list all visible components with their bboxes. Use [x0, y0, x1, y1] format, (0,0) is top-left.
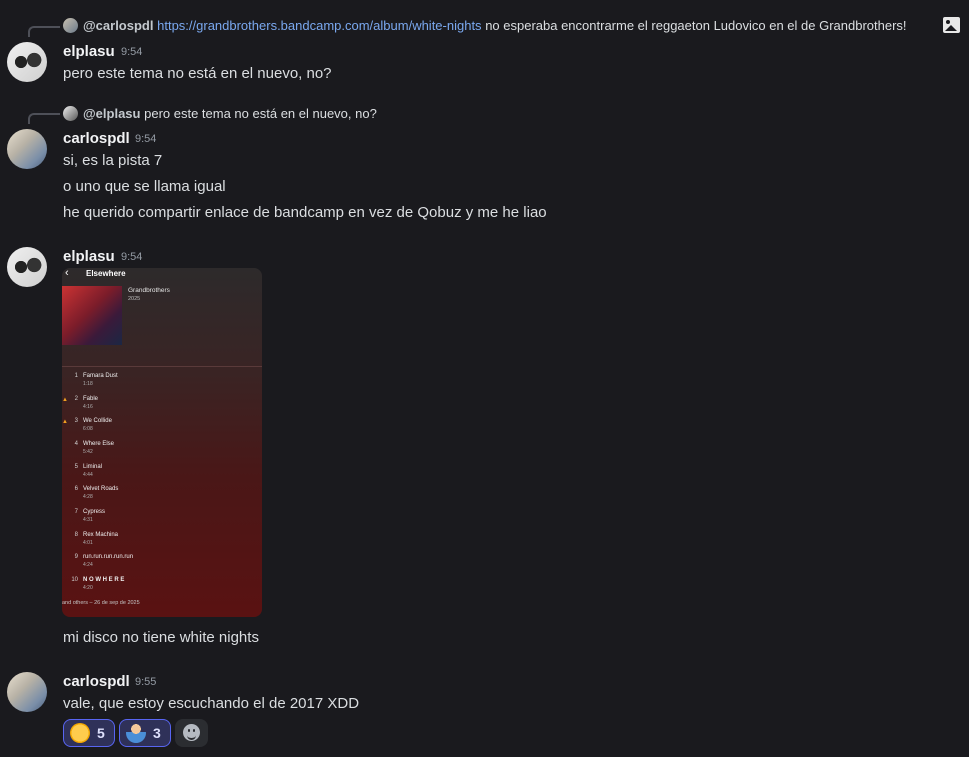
avatar-elplasu[interactable]	[7, 42, 47, 82]
track-duration: 4:20	[83, 585, 93, 591]
track-duration: 4:31	[83, 517, 93, 523]
divider	[62, 366, 262, 367]
track-row: 1 Famara Dust 1:18	[62, 373, 262, 395]
reply-connector	[28, 26, 60, 37]
track-duration: 4:44	[83, 472, 93, 478]
reply-text: pero este tema no está en el nuevo, no?	[144, 106, 377, 121]
album-cover	[62, 286, 122, 345]
back-arrow-icon: ‹	[65, 268, 69, 279]
message-text: o uno que se llama igual	[63, 178, 226, 195]
message-text: si, es la pista 7	[63, 152, 163, 169]
album-year: 2025	[128, 296, 141, 302]
reply-avatar[interactable]	[63, 106, 78, 121]
reply-username[interactable]: @carlospdl	[83, 18, 153, 33]
track-row: 6 Velvet Roads 4:28	[62, 486, 262, 508]
track-number: 10	[71, 577, 78, 583]
track-number: 9	[74, 554, 78, 560]
track-duration: 5:42	[83, 449, 93, 455]
track-number: 7	[74, 509, 78, 515]
track-name: Where Else	[83, 441, 115, 447]
track-number: 4	[74, 441, 78, 447]
reply-preview[interactable]: @elplasu pero este tema no está en el nu…	[83, 106, 377, 121]
track-row: ▲ 3 We Collide 6:08	[62, 418, 262, 440]
album-artist: Grandbrothers	[128, 287, 170, 294]
message-text: mi disco no tiene white nights	[63, 629, 259, 646]
track-row: 10 N O W H E R E 4:20	[62, 577, 262, 599]
reaction-count: 5	[97, 725, 105, 741]
album-title: Elsewhere	[86, 269, 126, 278]
track-number: 6	[74, 486, 78, 492]
track-name: Liminal	[83, 464, 103, 470]
track-duration: 4:16	[83, 404, 93, 410]
track-row: 7 Cypress 4:31	[62, 509, 262, 531]
username[interactable]: carlospdl	[63, 673, 130, 690]
avatar-carlospdl[interactable]	[7, 129, 47, 169]
track-name: Famara Dust	[83, 373, 118, 379]
track-name: N O W H E R E	[83, 577, 125, 583]
track-number: 2	[74, 396, 78, 402]
track-duration: 6:08	[83, 426, 93, 432]
track-name: Cypress	[83, 509, 106, 515]
reaction-rofl[interactable]: 5	[63, 719, 115, 747]
track-name: run.run.run.run.run	[83, 554, 134, 560]
image-attachment-icon	[943, 17, 960, 33]
track-number: 8	[74, 532, 78, 538]
reply-text: no esperaba encontrarme el reggaeton Lud…	[485, 18, 907, 33]
reaction-count: 3	[153, 725, 161, 741]
avatar-elplasu[interactable]	[7, 247, 47, 287]
track-name: Fable	[83, 396, 99, 402]
reply-avatar[interactable]	[63, 18, 78, 33]
track-row: 5 Liminal 4:44	[62, 464, 262, 486]
track-row: 8 Rex Machina 4:01	[62, 532, 262, 554]
track-number: 3	[74, 418, 78, 424]
message-text: pero este tema no está en el nuevo, no?	[63, 65, 332, 82]
track-row: 4 Where Else 5:42	[62, 441, 262, 463]
chat-log: @carlospdl https://grandbrothers.bandcam…	[0, 0, 969, 757]
image-header: ‹ Elsewhere	[62, 268, 262, 288]
track-row: 9 run.run.run.run.run 4:24	[62, 554, 262, 576]
track-name: Rex Machina	[83, 532, 119, 538]
track-duration: 1:18	[83, 381, 93, 387]
album-footer: and others – 26 de sep de 2025	[62, 600, 140, 606]
track-number: 1	[74, 373, 78, 379]
message-text: vale, que estoy escuchando el de 2017 XD…	[63, 695, 360, 712]
timestamp: 9:55	[135, 676, 157, 688]
track-number: 5	[74, 464, 78, 470]
track-duration: 4:24	[83, 562, 93, 568]
track-name: We Collide	[83, 418, 112, 424]
track-name: Velvet Roads	[83, 486, 119, 492]
reply-preview[interactable]: @carlospdl https://grandbrothers.bandcam…	[83, 18, 907, 33]
username[interactable]: elplasu	[63, 43, 115, 60]
username[interactable]: carlospdl	[63, 130, 130, 147]
reaction-person-bowing[interactable]: 3	[119, 719, 171, 747]
track-duration: 4:01	[83, 540, 93, 546]
username[interactable]: elplasu	[63, 248, 115, 265]
bandcamp-link[interactable]: https://grandbrothers.bandcamp.com/album…	[157, 18, 481, 33]
avatar-carlospdl[interactable]	[7, 672, 47, 712]
timestamp: 9:54	[135, 133, 157, 145]
timestamp: 9:54	[121, 46, 143, 58]
message-text: he querido compartir enlace de bandcamp …	[63, 204, 547, 221]
track-duration: 4:28	[83, 494, 93, 500]
rofl-emoji-icon	[70, 723, 90, 743]
reply-connector	[28, 113, 60, 124]
reply-username[interactable]: @elplasu	[83, 106, 140, 121]
person-bowing-emoji-icon	[126, 723, 146, 743]
image-attachment[interactable]: ‹ Elsewhere Grandbrothers 2025 1 Famara …	[62, 268, 262, 617]
add-reaction-button[interactable]	[175, 719, 208, 747]
track-row: ▲ 2 Fable 4:16	[62, 396, 262, 418]
timestamp: 9:54	[121, 251, 143, 263]
